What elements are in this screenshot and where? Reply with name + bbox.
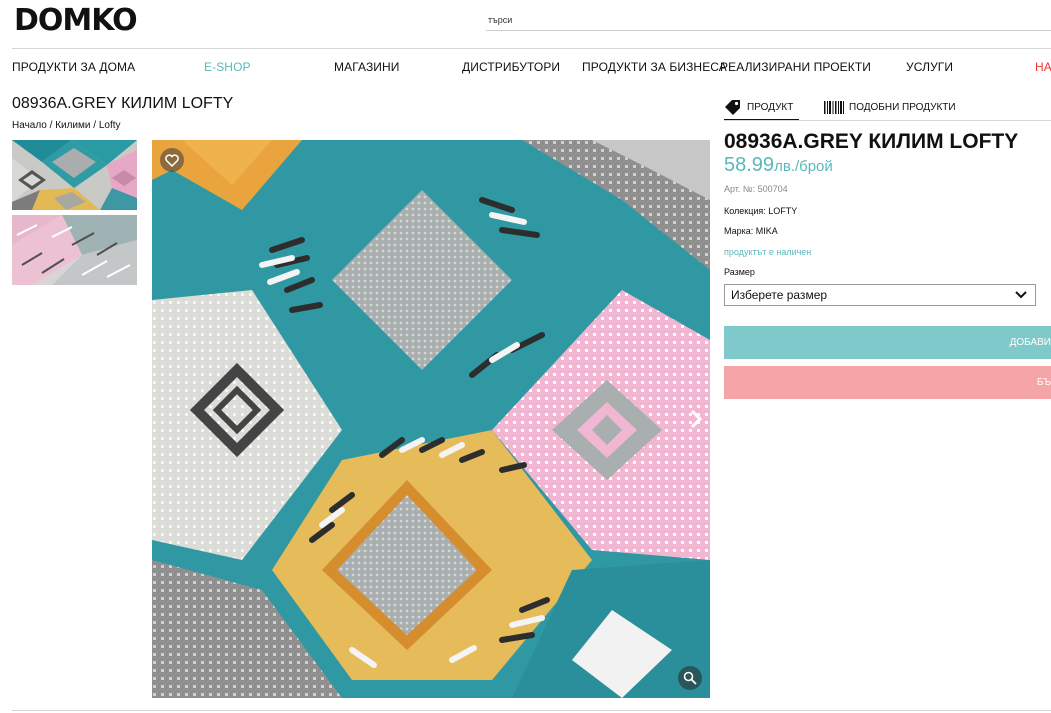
- nav-item-home-products[interactable]: ПРОДУКТИ ЗА ДОМА: [12, 60, 135, 74]
- tag-icon: [725, 100, 740, 115]
- nav-item-services[interactable]: УСЛУГИ: [906, 60, 953, 74]
- domko-logo[interactable]: DOMKO: [14, 3, 138, 38]
- price-value: 58.99: [724, 154, 775, 176]
- nav-item-cut-off[interactable]: НА: [1035, 60, 1051, 74]
- thumbnail-rug-image: [12, 140, 137, 210]
- tab-similar-products-label: ПОДОБНИ ПРОДУКТИ: [849, 101, 956, 113]
- product-tabs: ПРОДУКТ ПОДОБНИ ПРОДУКТИ: [724, 95, 1051, 121]
- add-to-cart-label: ДОБАВИ: [1009, 337, 1051, 348]
- breadcrumb: Начало / Килими / Lofty: [12, 120, 121, 131]
- breadcrumb-home[interactable]: Начало: [12, 120, 47, 131]
- price-unit: лв./брой: [774, 158, 833, 175]
- nav-item-business-products[interactable]: ПРОДУКТИ ЗА БИЗНЕСА: [582, 60, 727, 74]
- nav-item-distributors[interactable]: ДИСТРИБУТОРИ: [462, 60, 560, 74]
- breadcrumb-separator: /: [90, 120, 99, 131]
- tab-product-label: ПРОДУКТ: [747, 101, 794, 113]
- barcode-icon: [824, 100, 844, 114]
- collection-info: Колекция: LOFTY: [724, 206, 798, 216]
- search-input[interactable]: [486, 10, 1051, 31]
- nav-item-eshop[interactable]: E-SHOP: [204, 60, 251, 74]
- tab-product[interactable]: ПРОДУКТ: [724, 95, 799, 121]
- breadcrumb-rugs[interactable]: Килими: [55, 120, 90, 131]
- add-to-cart-button[interactable]: ДОБАВИ: [724, 326, 1051, 359]
- nav-item-stores[interactable]: МАГАЗИНИ: [334, 60, 400, 74]
- favorite-button[interactable]: [160, 148, 184, 172]
- brand-info: Марка: MIKA: [724, 226, 778, 236]
- breadcrumb-lofty: Lofty: [98, 120, 121, 131]
- article-number: Арт. №: 500704: [724, 184, 788, 194]
- product-title: 08936A.GREY КИЛИМ LOFTY: [724, 130, 1019, 153]
- product-price: 58.99лв./брой: [724, 154, 833, 177]
- chevron-down-icon: [1015, 291, 1027, 299]
- buy-now-label: БЪ: [1036, 377, 1051, 388]
- footer-divider: [12, 710, 1051, 711]
- chevron-right-icon: [690, 409, 703, 429]
- availability-status: продуктът е наличен: [724, 247, 812, 257]
- next-image-button[interactable]: [688, 408, 704, 430]
- buy-now-button[interactable]: БЪ: [724, 366, 1051, 399]
- main-nav: ПРОДУКТИ ЗА ДОМА E-SHOP МАГАЗИНИ ДИСТРИБ…: [0, 60, 1051, 76]
- tabs-divider: [724, 120, 1051, 121]
- thumbnail-rug-image: [12, 215, 137, 285]
- page-title: 08936A.GREY КИЛИМ LOFTY: [12, 95, 234, 112]
- thumbnail-1[interactable]: [12, 140, 137, 210]
- tab-similar-products[interactable]: ПОДОБНИ ПРОДУКТИ: [824, 95, 956, 119]
- rug-pattern-image: [152, 140, 710, 698]
- size-select[interactable]: Изберете размер: [724, 284, 1036, 306]
- nav-divider: [12, 48, 1051, 49]
- magnifier-icon: [683, 671, 697, 685]
- thumbnail-2[interactable]: [12, 215, 137, 285]
- zoom-button[interactable]: [678, 666, 702, 690]
- product-main-image[interactable]: [152, 140, 710, 698]
- heart-icon: [165, 153, 179, 167]
- nav-item-projects[interactable]: РЕАЛИЗИРАНИ ПРОЕКТИ: [720, 60, 871, 74]
- breadcrumb-separator: /: [46, 120, 56, 131]
- size-select-value: Изберете размер: [731, 288, 828, 302]
- size-label: Размер: [724, 267, 755, 277]
